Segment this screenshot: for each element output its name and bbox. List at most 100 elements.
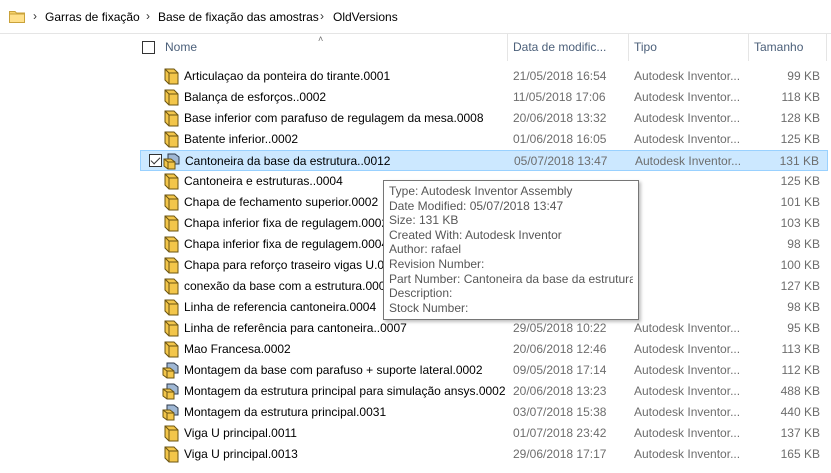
file-date-modified: 09/05/2018 17:14 — [513, 363, 607, 377]
file-date-modified: 05/07/2018 13:47 — [514, 154, 608, 168]
file-row[interactable]: Montagem da estrutura principal para sim… — [140, 381, 828, 402]
column-divider[interactable] — [507, 34, 508, 61]
tooltip-line: Size: 131 KB — [389, 213, 459, 228]
file-size: 98 KB — [787, 237, 820, 251]
file-size: 125 KB — [780, 174, 820, 188]
file-type: Autodesk Inventor... — [634, 342, 741, 356]
file-row[interactable]: Batente inferior..0002 01/06/2018 16:05 Au… — [140, 129, 828, 150]
folder-icon — [9, 11, 25, 23]
column-header-type[interactable]: Tipo — [634, 40, 657, 54]
column-divider[interactable] — [826, 34, 827, 61]
file-size: 112 KB — [781, 363, 820, 377]
file-size: 165 KB — [780, 447, 820, 461]
column-header-row: ˄ Nome Data de modific... Tipo Tamanho — [0, 34, 831, 61]
file-size: 113 KB — [781, 342, 820, 356]
breadcrumb-item-garras[interactable]: Garras de fixação — [45, 10, 140, 24]
tooltip-line: Created With: Autodesk Inventor — [389, 227, 562, 242]
file-type: Autodesk Inventor... — [634, 132, 741, 146]
column-divider[interactable] — [748, 34, 749, 61]
file-name: Viga U principal.0011 — [184, 426, 297, 440]
file-type: Autodesk Inventor... — [634, 426, 741, 440]
address-bar[interactable]: › Garras de fixação › Base de fixação da… — [0, 0, 831, 34]
tooltip-line: Revision Number: — [389, 256, 485, 271]
file-date-modified: 20/06/2018 13:32 — [513, 111, 607, 125]
file-row[interactable]: Montagem da base com parafuso + suporte … — [140, 360, 828, 381]
file-name: Articulaçao da ponteira do tirante.0001 — [184, 69, 391, 83]
file-name: Chapa inferior fixa de regulagem.0002 — [184, 216, 389, 230]
file-date-modified: 20/06/2018 12:46 — [513, 342, 607, 356]
file-name: Mao Francesa.0002 — [184, 342, 291, 356]
file-row[interactable]: Mao Francesa.0002 20/06/2018 12:46 Autodes… — [140, 339, 828, 360]
file-size: 98 KB — [787, 300, 820, 314]
file-size: 127 KB — [780, 279, 820, 293]
file-size: 103 KB — [780, 216, 820, 230]
row-checkbox[interactable] — [149, 154, 162, 167]
tooltip-line: Date Modified: 05/07/2018 13:47 — [389, 198, 564, 213]
file-type: Autodesk Inventor... — [634, 90, 741, 104]
file-date-modified: 20/06/2018 13:23 — [513, 384, 607, 398]
file-size: 101 KB — [780, 195, 820, 209]
file-name: Chapa inferior fixa de regulagem.0004 — [184, 237, 389, 251]
file-size: 95 KB — [787, 321, 820, 335]
column-divider[interactable] — [628, 34, 629, 61]
part-icon — [162, 89, 180, 106]
file-type: Autodesk Inventor... — [634, 111, 741, 125]
file-name: Chapa de fechamento superior.0002 — [184, 195, 379, 209]
file-name: Batente inferior..0002 — [184, 132, 299, 146]
breadcrumb-item-base[interactable]: Base de fixação das amostras — [158, 10, 319, 24]
breadcrumb-item-oldversions[interactable]: OldVersions — [333, 10, 398, 24]
file-info-tooltip: Type: Autodesk Inventor Assembly Date Mod… — [383, 180, 639, 320]
file-row[interactable]: Linha de referência para cantoneira..000… — [140, 318, 828, 339]
column-header-date[interactable]: Data de modific... — [513, 40, 606, 54]
column-header-size[interactable]: Tamanho — [754, 40, 803, 54]
breadcrumb-separator[interactable]: › — [33, 9, 37, 23]
file-row[interactable]: Viga U principal.0013 29/06/2018 17:17 Aut… — [140, 444, 828, 465]
part-icon — [162, 215, 180, 232]
file-row[interactable]: Cantoneira da base da estrutura..0012 05/… — [140, 150, 828, 171]
file-type: Autodesk Inventor... — [634, 321, 741, 335]
file-name: Balança de esforços..0002 — [184, 90, 327, 104]
part-icon — [162, 341, 180, 358]
file-size: 128 KB — [780, 111, 820, 125]
file-date-modified: 11/05/2018 17:06 — [513, 90, 606, 104]
file-name: Chapa para reforço traseiro vigas U.00 — [184, 258, 391, 272]
file-date-modified: 03/07/2018 15:38 — [513, 405, 607, 419]
assembly-icon — [163, 153, 181, 170]
file-name: Cantoneira e estruturas..0004 — [184, 174, 343, 188]
select-all-checkbox[interactable] — [142, 41, 155, 54]
file-type: Autodesk Inventor... — [634, 363, 741, 377]
file-size: 99 KB — [787, 69, 820, 83]
file-name: Montagem da estrutura principal.0031 — [184, 405, 387, 419]
tooltip-line: Description: — [389, 286, 453, 301]
file-name: Montagem da base com parafuso + suporte … — [184, 363, 483, 377]
assembly-icon — [162, 362, 180, 379]
breadcrumb-separator[interactable]: › — [320, 9, 324, 23]
tooltip-line: Part Number: Cantoneira da base da estru… — [389, 271, 633, 286]
part-icon — [162, 278, 180, 295]
file-row[interactable]: Articulaçao da ponteira do tirante.0001 2… — [140, 66, 828, 87]
file-row[interactable]: Base inferior com parafuso de regulagem … — [140, 108, 828, 129]
file-row[interactable]: Balança de esforços..0002 11/05/2018 17:0… — [140, 87, 828, 108]
file-date-modified: 29/05/2018 10:22 — [513, 321, 607, 335]
breadcrumb-separator[interactable]: › — [146, 9, 150, 23]
file-size: 488 KB — [780, 384, 820, 398]
file-size: 137 KB — [780, 426, 820, 440]
file-row[interactable]: Montagem da estrutura principal.0031 03/0… — [140, 402, 828, 423]
file-name: Montagem da estrutura principal para sim… — [184, 384, 506, 398]
file-type: Autodesk Inventor... — [634, 405, 741, 419]
file-type: Autodesk Inventor... — [635, 154, 742, 168]
file-date-modified: 29/06/2018 17:17 — [513, 447, 607, 461]
part-icon — [162, 194, 180, 211]
file-size: 440 KB — [780, 405, 820, 419]
file-row[interactable]: Viga U principal.0011 01/07/2018 23:42 Aut… — [140, 423, 828, 444]
file-name: Cantoneira da base da estrutura..0012 — [185, 154, 391, 168]
part-icon — [162, 110, 180, 127]
file-name: Linha de referência para cantoneira..000… — [184, 321, 407, 335]
file-size: 100 KB — [780, 258, 820, 272]
file-type: Autodesk Inventor... — [634, 69, 741, 83]
part-icon — [162, 68, 180, 85]
file-name: conexão da base com a estrutura.0007 — [184, 279, 393, 293]
part-icon — [162, 425, 180, 442]
file-name: Viga U principal.0013 — [184, 447, 298, 461]
column-header-name[interactable]: Nome — [165, 40, 197, 54]
